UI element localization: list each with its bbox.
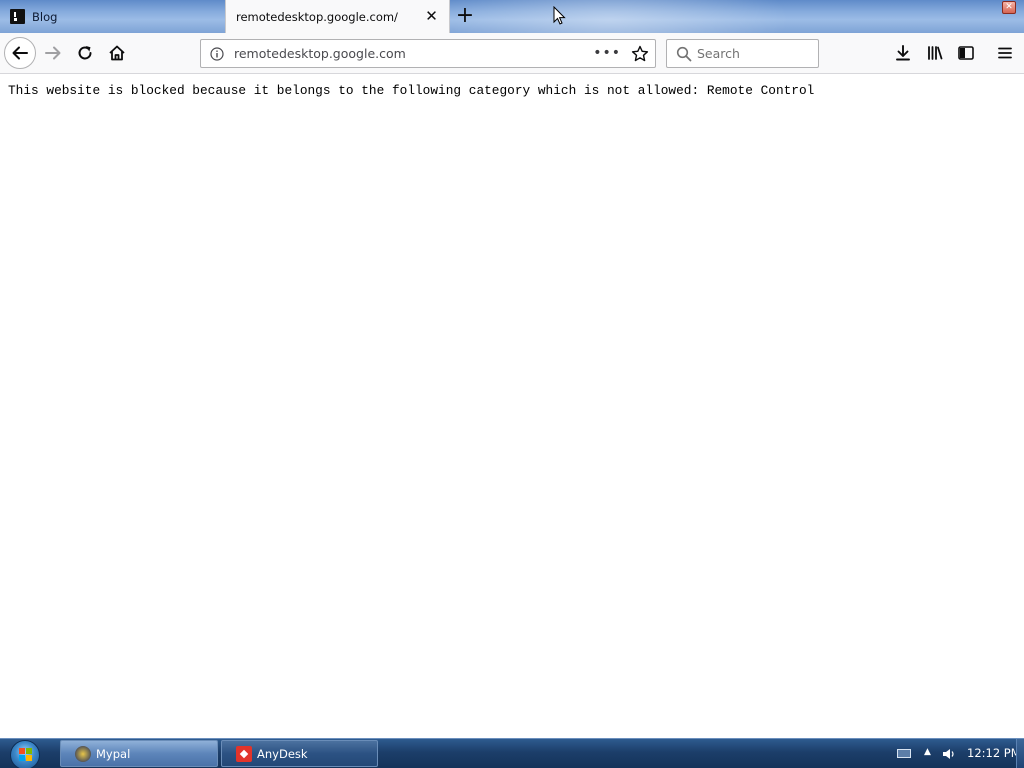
blocked-message: This website is blocked because it belon…: [8, 83, 815, 98]
tab-strip: Blog remotedesktop.google.com/ ✕ + ✕: [0, 0, 1024, 33]
keyboard-icon[interactable]: [897, 749, 911, 758]
tab-blog[interactable]: Blog: [0, 0, 225, 33]
forward-arrow-icon: [45, 46, 61, 60]
navigation-toolbar: remotedesktop.google.com •••: [0, 33, 1024, 74]
window-close-button[interactable]: ✕: [1002, 1, 1016, 14]
download-icon: [896, 45, 910, 61]
home-button[interactable]: [102, 38, 132, 68]
hamburger-menu-icon: [998, 47, 1012, 59]
url-text[interactable]: remotedesktop.google.com: [234, 46, 406, 61]
sidebar-button[interactable]: [951, 38, 981, 68]
mouse-cursor-icon: [553, 6, 566, 25]
tab-title: Blog: [32, 9, 58, 24]
mypal-icon: [75, 745, 91, 762]
search-input[interactable]: [697, 46, 807, 61]
clock[interactable]: 12:12 PM: [967, 746, 1021, 760]
reload-icon: [78, 46, 92, 60]
taskbar-item-label: AnyDesk: [257, 746, 308, 761]
taskbar: Mypal AnyDesk ▲ 12:12 PM: [0, 738, 1024, 768]
tab-remotedesktop[interactable]: remotedesktop.google.com/ ✕: [225, 0, 450, 33]
search-icon: [676, 46, 692, 61]
windows-logo-icon: [19, 748, 32, 761]
forward-button[interactable]: [38, 38, 68, 68]
new-tab-button[interactable]: +: [455, 5, 475, 27]
reload-button[interactable]: [70, 38, 100, 68]
taskbar-item-label: Mypal: [96, 746, 131, 761]
downloads-button[interactable]: [888, 38, 918, 68]
star-icon[interactable]: [631, 45, 649, 63]
home-icon: [109, 45, 125, 61]
info-icon[interactable]: [210, 46, 224, 61]
page-actions-button[interactable]: •••: [593, 45, 621, 61]
blog-favicon-icon: [10, 9, 25, 24]
menu-button[interactable]: [990, 38, 1020, 68]
show-desktop-button[interactable]: [1016, 739, 1024, 768]
taskbar-item-anydesk[interactable]: AnyDesk: [221, 740, 378, 767]
tab-title: remotedesktop.google.com/: [236, 9, 398, 24]
close-tab-icon[interactable]: ✕: [424, 9, 439, 24]
anydesk-icon: [236, 745, 252, 762]
library-button[interactable]: [920, 38, 950, 68]
page-content: This website is blocked because it belon…: [0, 75, 1024, 738]
start-button[interactable]: [10, 740, 40, 768]
search-bar[interactable]: [666, 39, 819, 68]
library-icon: [928, 46, 943, 60]
show-hidden-icons-icon[interactable]: ▲: [924, 747, 931, 757]
back-arrow-icon: [12, 46, 28, 60]
taskbar-item-mypal[interactable]: Mypal: [60, 740, 218, 767]
sidebar-icon: [958, 46, 974, 60]
back-button[interactable]: [4, 37, 36, 69]
url-bar[interactable]: remotedesktop.google.com •••: [200, 39, 656, 68]
speaker-icon[interactable]: [942, 747, 956, 761]
